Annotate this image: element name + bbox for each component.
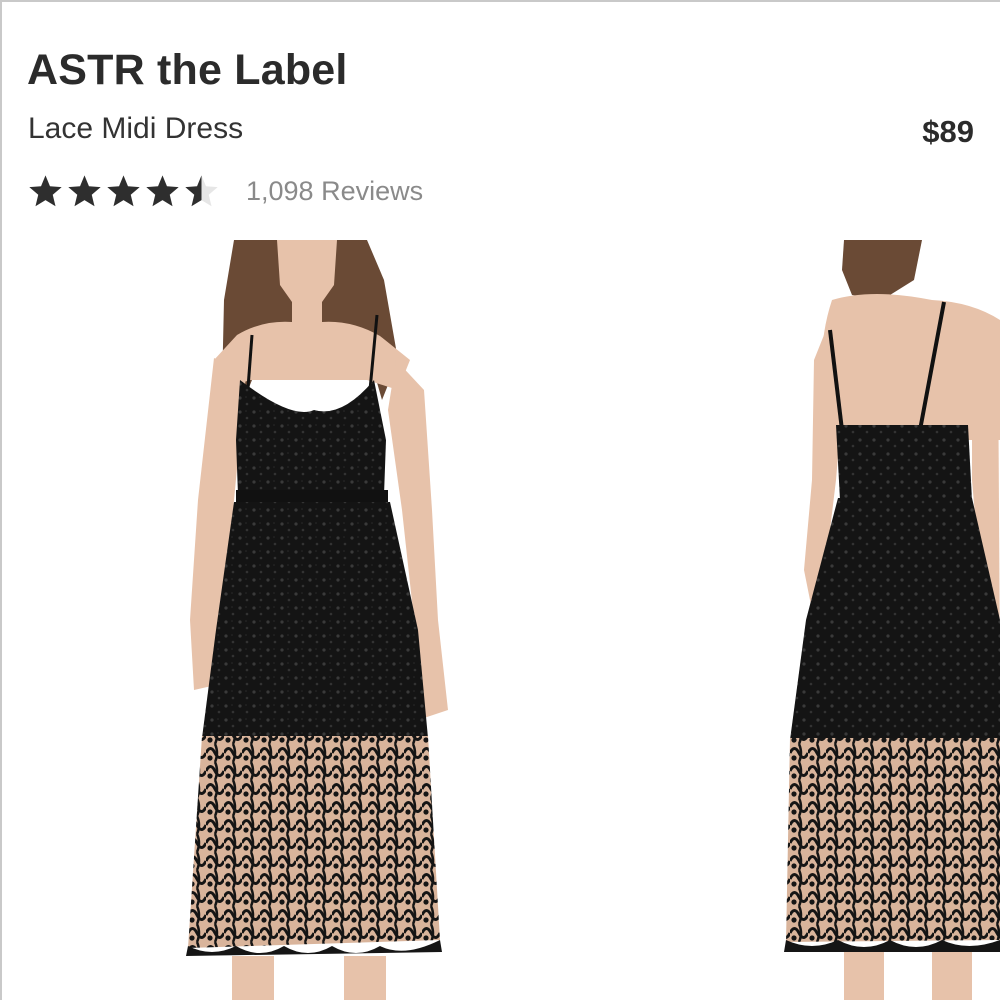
- star-icon: [29, 174, 62, 206]
- star-icon: [68, 174, 101, 206]
- product-card: ASTR the Label Lace Midi Dress $89 1,098…: [0, 0, 1000, 1000]
- rating-row: 1,098 Reviews: [27, 168, 423, 214]
- product-price: $89: [922, 114, 974, 149]
- product-image-gallery[interactable]: [2, 240, 1000, 1000]
- model-back-photo-icon: [784, 240, 1000, 1000]
- product-title: Lace Midi Dress: [28, 112, 244, 145]
- star-icon: [146, 174, 179, 206]
- brand-name[interactable]: ASTR the Label: [27, 46, 348, 95]
- product-header: ASTR the Label Lace Midi Dress $89 1,098…: [27, 2, 974, 232]
- product-photo-back[interactable]: [772, 240, 1000, 1000]
- star-icon: [107, 174, 140, 206]
- model-front-photo-icon: [186, 240, 448, 1000]
- star-rating[interactable]: [27, 173, 220, 210]
- product-photo-front[interactable]: [152, 240, 482, 1000]
- star-icon: [185, 174, 218, 206]
- reviews-link[interactable]: 1,098 Reviews: [246, 176, 423, 207]
